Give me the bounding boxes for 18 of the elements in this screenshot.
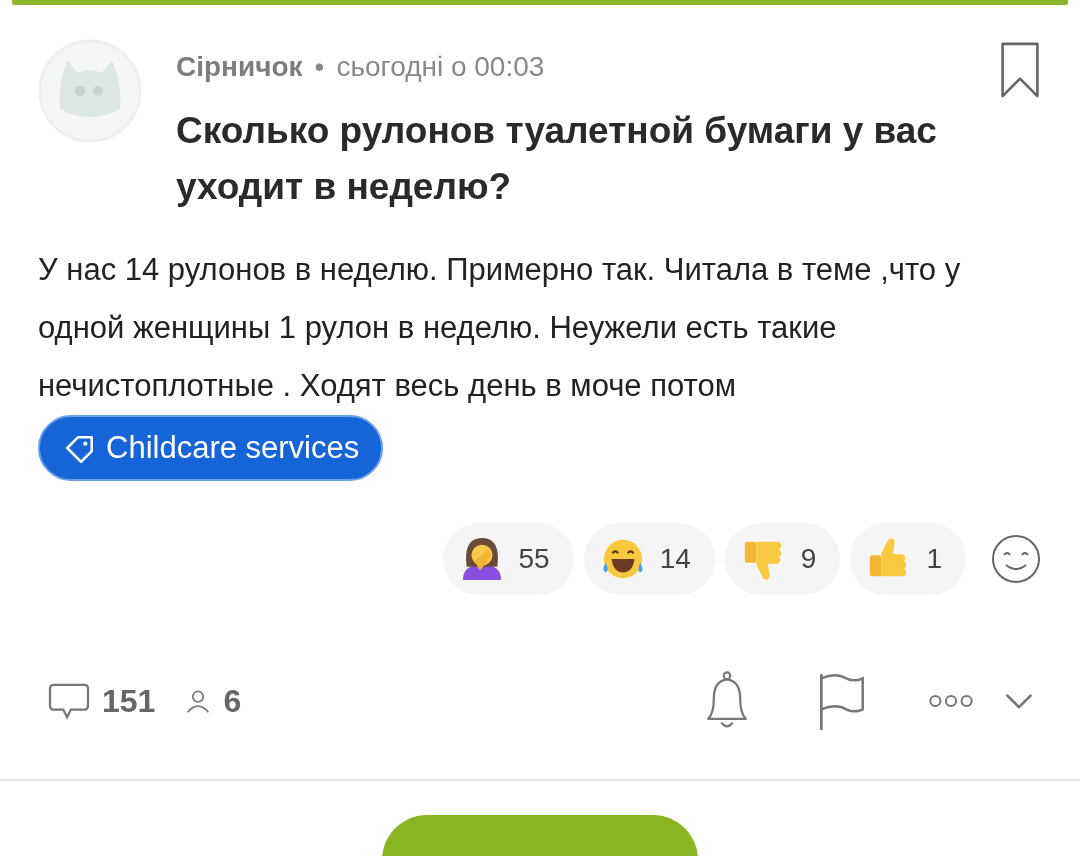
reaction-button[interactable]: 9 — [724, 523, 841, 595]
post-time: сьогодні о 00:03 — [336, 51, 545, 83]
reaction-button[interactable]: 1 — [850, 523, 966, 595]
chevron-down-icon[interactable] — [1004, 692, 1034, 710]
participant-count: 6 — [223, 682, 242, 720]
reaction-button[interactable]: 14 — [583, 523, 715, 595]
avatar-icon — [38, 39, 142, 143]
reaction-button[interactable]: 55 — [442, 523, 574, 595]
comment-icon — [48, 682, 90, 720]
author-name[interactable]: Сірничок — [176, 51, 303, 83]
ad-chip[interactable]: Childcare services — [38, 415, 384, 481]
more-icon[interactable] — [928, 693, 974, 709]
person-icon — [185, 688, 212, 714]
separator-dot: • — [314, 51, 325, 83]
smiley-icon[interactable] — [990, 533, 1042, 585]
comment-count: 151 — [102, 682, 156, 720]
post-title: Сколько рулонов туалетной бумаги у вас уходит в неделю? — [176, 109, 938, 209]
post-body: У нас 14 рулонов в неделю. Примерно так. Читала в теме ,что у одной женщины 1 рулон в неделю. Неужели есть такие нечистоплотные . Ходят весь день в моче потом — [38, 252, 961, 403]
